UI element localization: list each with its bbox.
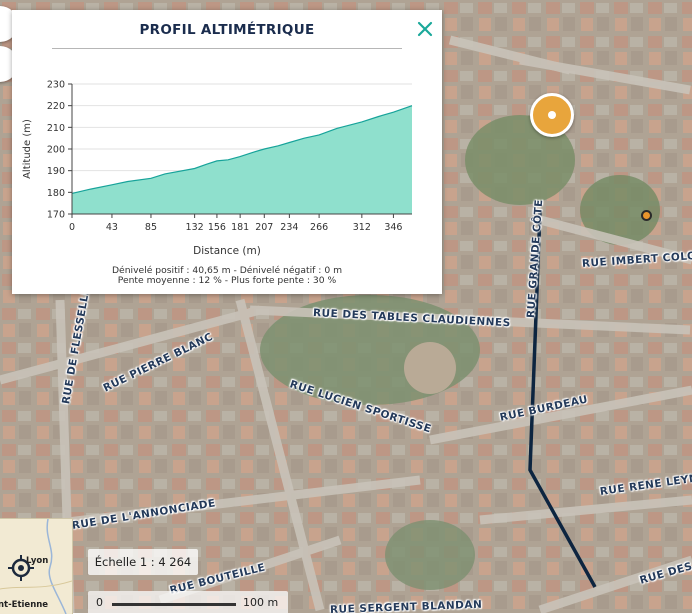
x-tick-label: 234 xyxy=(280,222,298,233)
y-axis-label: Altitude (m) xyxy=(22,119,33,179)
elevation-profile-panel: PROFIL ALTIMÉTRIQUE 170 180 190 200 210 220 23… xyxy=(12,10,442,294)
y-tick-label: 170 xyxy=(47,210,65,221)
scale-bar-end: 100 m xyxy=(243,596,279,609)
x-axis-label: Distance (m) xyxy=(193,245,261,257)
elevation-chart: 170 180 190 200 210 220 230 0 43 85 132 156 181 207 2… xyxy=(22,80,413,257)
x-tick-label: 312 xyxy=(353,222,371,233)
x-tick-label: 181 xyxy=(231,222,249,233)
overview-minimap[interactable]: Lyon nt-Etienne xyxy=(0,518,73,614)
profile-stats: Dénivelé positif : 40,65 m - Dénivelé né… xyxy=(12,266,442,286)
scale-indicator: Échelle 1 : 4 264 xyxy=(88,549,198,575)
x-tick-label: 346 xyxy=(384,222,402,233)
minimap-label-saint-etienne: nt-Etienne xyxy=(0,600,49,610)
x-ticks: 0 43 85 132 156 181 207 234 266 312 346 xyxy=(69,214,402,233)
location-marker-icon[interactable] xyxy=(530,93,574,137)
x-tick-label: 132 xyxy=(186,222,204,233)
scale-bar-line xyxy=(112,603,236,606)
minimap-label-lyon: Lyon xyxy=(26,556,49,566)
y-tick-label: 200 xyxy=(47,145,65,156)
title-divider xyxy=(52,48,402,49)
panel-title: PROFIL ALTIMÉTRIQUE xyxy=(139,22,315,38)
stats-slope: Pente moyenne : 12 % - Plus forte pente … xyxy=(117,275,337,286)
x-tick-label: 156 xyxy=(208,222,226,233)
y-tick-label: 210 xyxy=(47,123,65,134)
x-tick-label: 43 xyxy=(106,222,118,233)
y-tick-label: 220 xyxy=(47,101,65,112)
y-tick-label: 180 xyxy=(47,188,65,199)
x-tick-label: 85 xyxy=(145,222,157,233)
close-icon xyxy=(417,21,433,37)
y-tick-label: 230 xyxy=(47,80,65,91)
x-tick-label: 0 xyxy=(69,222,75,233)
scale-bar-start: 0 xyxy=(96,596,103,609)
scale-bar: 0 100 m xyxy=(88,591,288,615)
close-button[interactable] xyxy=(414,18,436,40)
y-tick-label: 190 xyxy=(47,166,65,177)
x-tick-label: 266 xyxy=(310,222,328,233)
location-marker-center xyxy=(548,111,556,119)
y-ticks: 170 180 190 200 210 220 230 xyxy=(47,80,72,221)
poi-marker-icon[interactable] xyxy=(641,210,652,221)
x-tick-label: 207 xyxy=(255,222,273,233)
